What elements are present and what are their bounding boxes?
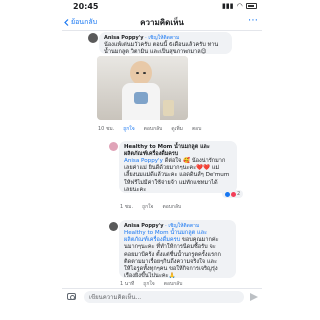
comment-text-line: ติดตามมาเรื่อยๆกินถึงความจริงใจ และ bbox=[124, 258, 217, 265]
avatar[interactable] bbox=[88, 33, 98, 43]
reply-button[interactable]: ตอบกลับ bbox=[164, 280, 183, 288]
more-options-icon[interactable]: ⋯ bbox=[248, 15, 258, 26]
follow-invite-link[interactable]: · เชิญให้ติดตาม bbox=[145, 35, 179, 41]
comment-actions: 10 ชม. ถูกใจ ตอบกลับ ดูเพิ่ม ตอบ bbox=[98, 125, 201, 133]
status-bar: 20:45 ▮▮▮ ◠ bbox=[0, 0, 320, 13]
comment-text-line: เลี้ยงนมแม่ดีแล้วนะคะ แอดดินส์ๆ De'mum bbox=[124, 172, 230, 179]
like-reaction-icon bbox=[225, 191, 230, 197]
baby-face bbox=[130, 61, 152, 85]
comment-text-line: ขอบคุณมากค่ะ bbox=[182, 237, 219, 244]
comment-author[interactable]: Anisa Poppy'y bbox=[124, 223, 164, 229]
milk-can bbox=[163, 100, 174, 116]
follow-invite-link[interactable]: · เชิญให้ติดตาม bbox=[165, 223, 199, 229]
comment-author[interactable]: Healthy to Mom น้ำนมกลูต และผลิตภัณฑ์เคร… bbox=[124, 144, 232, 158]
comment-actions: 1 นาที ถูกใจ ตอบกลับ bbox=[120, 280, 182, 288]
reaction-count[interactable]: 2 bbox=[222, 190, 244, 198]
battery-icon bbox=[245, 3, 257, 9]
signal-icon: ▮▮▮ bbox=[222, 2, 234, 10]
comment-text-line: ให้ฟรีไม่มีค่าใช้จ่ายจ้า แม่ทักแชทมาได้ bbox=[124, 179, 218, 186]
comment-bubble: Anisa Poppy'y · เชิญให้ติดตาม Healthy to… bbox=[119, 220, 236, 279]
camera-icon[interactable] bbox=[67, 293, 76, 300]
comment-input[interactable] bbox=[84, 291, 244, 303]
page-title: ความคิดเห็น bbox=[140, 18, 184, 27]
status-time: 20:45 bbox=[73, 2, 99, 11]
heart-reaction-icon bbox=[231, 191, 236, 197]
comment-photo[interactable] bbox=[97, 56, 188, 120]
comment-text-line: ดีต่อใจ 🥰 น้องน่ารักมาก bbox=[164, 158, 226, 164]
comment-time: 10 ชม. bbox=[98, 126, 115, 132]
comment-bubble: Healthy to Mom น้ำนมกลูต และผลิตภัณฑ์เคร… bbox=[119, 141, 237, 193]
mention-link[interactable]: Anisa Poppy'y bbox=[124, 158, 163, 164]
comment-text-line: เลยนะคะ bbox=[124, 186, 147, 193]
menu-link[interactable]: ตอบ bbox=[192, 125, 201, 133]
comment-actions: 1 ชม. ถูกใจ ตอบกลับ bbox=[120, 203, 181, 211]
like-button[interactable]: ถูกใจ bbox=[123, 125, 134, 133]
wifi-icon: ◠ bbox=[236, 2, 243, 10]
like-button[interactable]: ถูกใจ bbox=[143, 280, 154, 288]
comment-text-line: นมากๆนะคะ ที่ทำให้การนีดมซื้อรับ จะ bbox=[124, 244, 216, 251]
see-more-link[interactable]: ดูเพิ่ม bbox=[171, 125, 183, 133]
comment-time: 1 ชม. bbox=[120, 204, 134, 210]
like-button[interactable]: ถูกใจ bbox=[142, 203, 153, 211]
comment-composer bbox=[62, 288, 262, 306]
comment-time: 1 นาที bbox=[120, 281, 135, 287]
comment-author[interactable]: Anisa Poppy'y bbox=[104, 35, 144, 41]
status-icons: ▮▮▮ ◠ bbox=[222, 2, 257, 10]
reply-button[interactable]: ตอบกลับ bbox=[144, 125, 163, 133]
nav-bar: ย้อนกลับ ความคิดเห็น ⋯ bbox=[62, 13, 262, 31]
send-icon[interactable] bbox=[250, 293, 258, 301]
reply-button[interactable]: ตอบกลับ bbox=[163, 203, 182, 211]
comment-bubble: Anisa Poppy'y · เชิญให้ติดตาม น้องแพ้เต่… bbox=[99, 32, 232, 55]
page-avatar[interactable] bbox=[109, 142, 118, 151]
mention-link[interactable]: ผลิตภัณฑ์เครื่องดื่มครบ bbox=[124, 237, 180, 243]
comment-text-line: คอยมาบีคร้ง ตั้งแต่ชื่นน้ำนกรูตครั้งแรกก bbox=[124, 251, 221, 258]
avatar[interactable] bbox=[109, 222, 118, 231]
